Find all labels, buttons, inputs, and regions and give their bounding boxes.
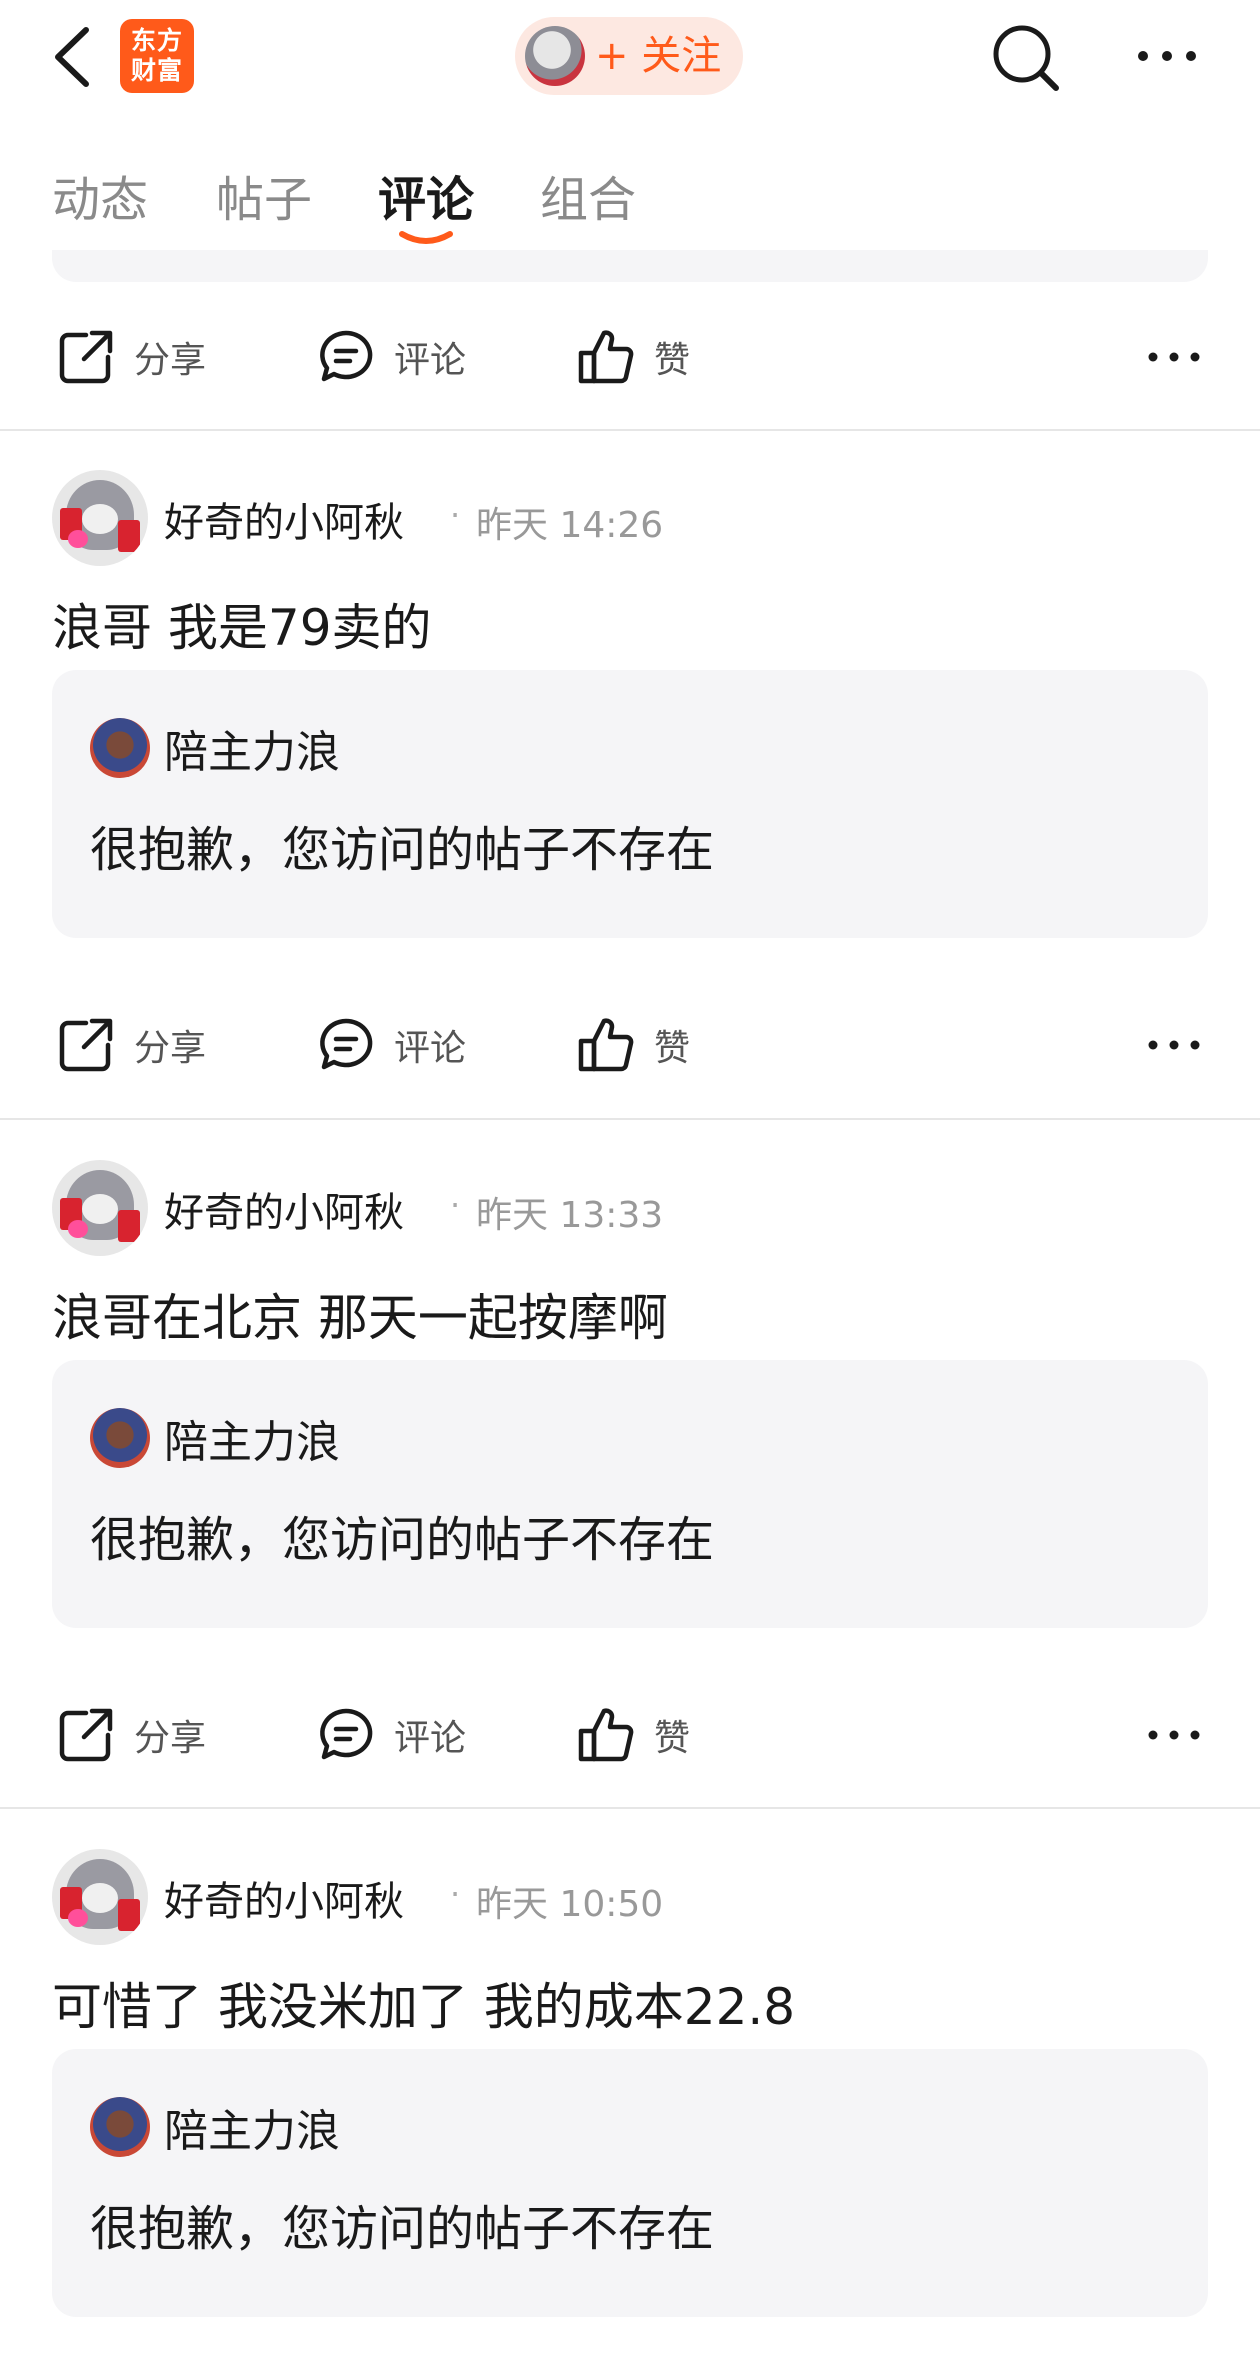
thumbs-up-icon <box>578 330 634 384</box>
comment-button[interactable]: 评论 <box>316 1675 466 1795</box>
more-options-icon[interactable] <box>1146 1715 1202 1755</box>
share-button[interactable]: 分享 <box>56 297 206 417</box>
quote-author-avatar <box>90 2097 150 2157</box>
quoted-post-card[interactable]: 陪主力浪 很抱歉，您访问的帖子不存在 <box>52 2049 1208 2317</box>
quoted-post-card[interactable]: 陪主力浪 很抱歉，您访问的帖子不存在 <box>52 670 1208 938</box>
action-bar: 分享 评论 赞 <box>0 985 1260 1105</box>
comment-label: 评论 <box>394 1718 467 1759</box>
comment-icon <box>320 330 373 382</box>
tab-comments[interactable]: 评论 <box>378 160 474 230</box>
logo-text-line2: 财富 <box>130 56 183 85</box>
like-button[interactable]: 赞 <box>576 985 690 1105</box>
share-icon <box>59 1708 113 1762</box>
divider <box>0 429 1260 431</box>
comment-icon <box>320 1708 373 1760</box>
divider <box>0 1118 1260 1120</box>
like-button[interactable]: 赞 <box>576 297 690 417</box>
comment-button[interactable]: 评论 <box>316 985 466 1105</box>
comment-text[interactable]: 浪哥 我是79卖的 <box>52 588 432 660</box>
comment-post: 好奇的小阿秋 · 昨天 14:26 浪哥 我是79卖的 陪主力浪 很抱歉，您访问… <box>0 470 1260 970</box>
logo-text-line1: 东方 <box>130 26 183 55</box>
like-label: 赞 <box>654 1028 691 1069</box>
like-label: 赞 <box>654 340 691 381</box>
comment-label: 评论 <box>394 340 467 381</box>
comment-text[interactable]: 可惜了 我没米加了 我的成本22.8 <box>52 1967 795 2039</box>
comment-text[interactable]: 浪哥在北京 那天一起按摩啊 <box>52 1278 668 1350</box>
quote-text: 很抱歉，您访问的帖子不存在 <box>90 822 715 878</box>
previous-quote-card <box>52 250 1208 282</box>
like-button[interactable]: 赞 <box>576 1675 690 1795</box>
share-icon <box>59 330 113 384</box>
thumbs-up-icon <box>578 1708 634 1762</box>
username[interactable]: 好奇的小阿秋 <box>164 1180 404 1238</box>
share-label: 分享 <box>134 1028 207 1069</box>
share-button[interactable]: 分享 <box>56 985 206 1105</box>
quote-text: 很抱歉，您访问的帖子不存在 <box>90 1512 715 1568</box>
comment-post: 好奇的小阿秋 · 昨天 10:50 可惜了 我没米加了 我的成本22.8 陪主力… <box>0 1849 1260 2349</box>
share-label: 分享 <box>134 1718 207 1759</box>
tab-portfolio[interactable]: 组合 <box>540 160 636 230</box>
action-bar: 分享 评论 赞 <box>0 297 1260 417</box>
separator-dot: · <box>450 1186 461 1224</box>
follow-label: + 关注 <box>595 33 722 79</box>
timestamp: 昨天 13:33 <box>476 1195 664 1236</box>
more-options-icon[interactable] <box>1135 36 1199 76</box>
comment-icon <box>320 1018 373 1070</box>
quoted-post-card[interactable]: 陪主力浪 很抱歉，您访问的帖子不存在 <box>52 1360 1208 1628</box>
timestamp: 昨天 14:26 <box>476 505 664 546</box>
avatar[interactable] <box>52 1849 148 1945</box>
more-options-icon[interactable] <box>1146 337 1202 377</box>
quote-author-name: 陪主力浪 <box>164 1417 340 1468</box>
top-bar: 东方 财富 + 关注 <box>0 0 1260 115</box>
quote-author-avatar <box>90 1408 150 1468</box>
username[interactable]: 好奇的小阿秋 <box>164 1869 404 1927</box>
profile-tabs: 动态 帖子 评论 组合 <box>0 140 1260 260</box>
tab-dynamics[interactable]: 动态 <box>52 160 148 230</box>
profile-avatar <box>525 26 585 86</box>
quote-author-name: 陪主力浪 <box>164 2106 340 2157</box>
separator-dot: · <box>450 1875 461 1913</box>
follow-button[interactable]: + 关注 <box>515 17 743 95</box>
tab-posts[interactable]: 帖子 <box>216 160 312 230</box>
app-logo[interactable]: 东方 财富 <box>120 19 194 93</box>
username[interactable]: 好奇的小阿秋 <box>164 490 404 548</box>
avatar[interactable] <box>52 1160 148 1256</box>
thumbs-up-icon <box>578 1018 634 1072</box>
active-tab-indicator <box>399 231 453 244</box>
avatar[interactable] <box>52 470 148 566</box>
search-icon[interactable] <box>990 22 1062 94</box>
quote-text: 很抱歉，您访问的帖子不存在 <box>90 2201 715 2257</box>
back-arrow-icon[interactable] <box>44 22 104 92</box>
share-icon <box>59 1018 113 1072</box>
more-options-icon[interactable] <box>1146 1025 1202 1065</box>
comment-post: 好奇的小阿秋 · 昨天 13:33 浪哥在北京 那天一起按摩啊 陪主力浪 很抱歉… <box>0 1160 1260 1660</box>
share-button[interactable]: 分享 <box>56 1675 206 1795</box>
timestamp: 昨天 10:50 <box>476 1884 664 1925</box>
quote-author-avatar <box>90 718 150 778</box>
comment-button[interactable]: 评论 <box>316 297 466 417</box>
action-bar: 分享 评论 赞 <box>0 1675 1260 1795</box>
quote-author-name: 陪主力浪 <box>164 727 340 778</box>
divider <box>0 1807 1260 1809</box>
separator-dot: · <box>450 496 461 534</box>
like-label: 赞 <box>654 1718 691 1759</box>
comment-label: 评论 <box>394 1028 467 1069</box>
share-label: 分享 <box>134 340 207 381</box>
